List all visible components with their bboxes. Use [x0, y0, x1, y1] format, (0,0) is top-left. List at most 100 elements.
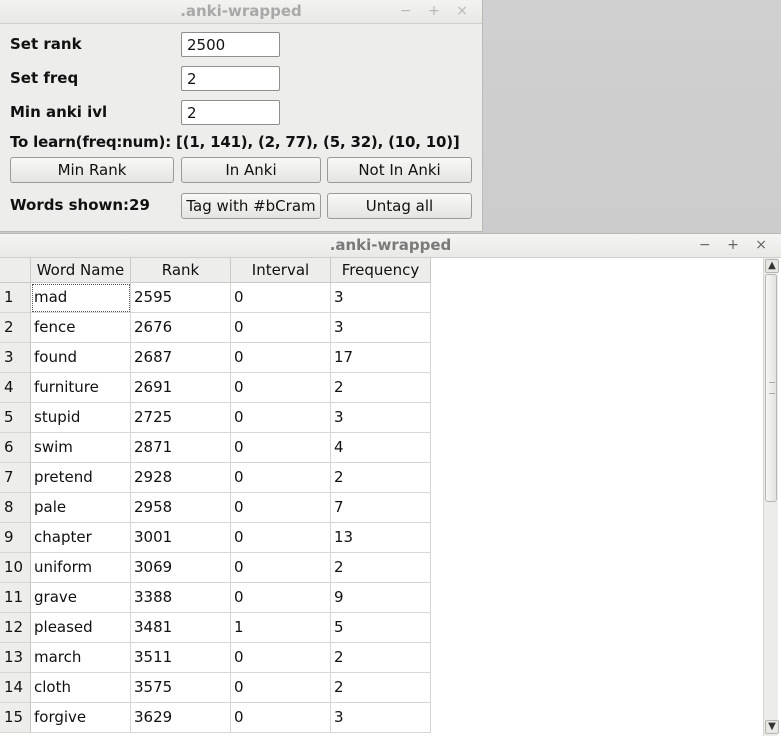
table-window-titlebar[interactable]: .anki-wrapped − + × [0, 234, 781, 258]
controls-window: .anki-wrapped − + × Set rank Set freq Mi… [0, 0, 483, 232]
cell-frequency[interactable]: 3 [331, 313, 431, 343]
cell-rank[interactable]: 3388 [131, 583, 231, 613]
cell-frequency[interactable]: 5 [331, 613, 431, 643]
cell-word-name[interactable]: pale [31, 493, 131, 523]
cell-interval[interactable]: 0 [231, 313, 331, 343]
window-title: .anki-wrapped [180, 2, 302, 20]
cell-interval[interactable]: 1 [231, 613, 331, 643]
cell-rank[interactable]: 3575 [131, 673, 231, 703]
cell-frequency[interactable]: 2 [331, 553, 431, 583]
row-header[interactable]: 11 [0, 583, 31, 613]
row-header[interactable]: 2 [0, 313, 31, 343]
cell-frequency[interactable]: 2 [331, 373, 431, 403]
cell-interval[interactable]: 0 [231, 403, 331, 433]
cell-rank[interactable]: 2871 [131, 433, 231, 463]
window-controls[interactable]: − + × [400, 0, 474, 23]
cell-word-name[interactable]: swim [31, 433, 131, 463]
scroll-down-icon[interactable]: ▼ [765, 720, 779, 734]
table-corner[interactable] [0, 258, 31, 283]
cell-word-name[interactable]: uniform [31, 553, 131, 583]
cell-interval[interactable]: 0 [231, 703, 331, 733]
cell-frequency[interactable]: 2 [331, 673, 431, 703]
cell-frequency[interactable]: 2 [331, 643, 431, 673]
cell-interval[interactable]: 0 [231, 583, 331, 613]
row-header[interactable]: 1 [0, 283, 31, 313]
cell-word-name[interactable]: pleased [31, 613, 131, 643]
column-header-word-name[interactable]: Word Name [31, 258, 131, 283]
row-header[interactable]: 5 [0, 403, 31, 433]
cell-word-name[interactable]: forgive [31, 703, 131, 733]
row-header[interactable]: 12 [0, 613, 31, 643]
min-ivl-input[interactable] [181, 100, 280, 125]
column-header-frequency[interactable]: Frequency [331, 258, 431, 283]
cell-frequency[interactable]: 7 [331, 493, 431, 523]
cell-frequency[interactable]: 2 [331, 463, 431, 493]
cell-rank[interactable]: 2595 [131, 283, 231, 313]
row-header[interactable]: 4 [0, 373, 31, 403]
cell-rank[interactable]: 3511 [131, 643, 231, 673]
cell-word-name[interactable]: chapter [31, 523, 131, 553]
cell-interval[interactable]: 0 [231, 373, 331, 403]
cell-interval[interactable]: 0 [231, 433, 331, 463]
set-freq-input[interactable] [181, 66, 280, 91]
cell-rank[interactable]: 2687 [131, 343, 231, 373]
cell-rank[interactable]: 3001 [131, 523, 231, 553]
cell-word-name[interactable]: stupid [31, 403, 131, 433]
cell-rank[interactable]: 3069 [131, 553, 231, 583]
column-header-interval[interactable]: Interval [231, 258, 331, 283]
scrollbar-thumb[interactable] [765, 274, 777, 502]
row-header[interactable]: 9 [0, 523, 31, 553]
cell-interval[interactable]: 0 [231, 343, 331, 373]
cell-rank[interactable]: 2958 [131, 493, 231, 523]
scroll-up-icon[interactable]: ▲ [765, 259, 779, 273]
cell-rank[interactable]: 2725 [131, 403, 231, 433]
cell-interval[interactable]: 0 [231, 553, 331, 583]
cell-interval[interactable]: 0 [231, 283, 331, 313]
min-rank-button[interactable]: Min Rank [10, 157, 174, 183]
cell-word-name[interactable]: march [31, 643, 131, 673]
row-header[interactable]: 7 [0, 463, 31, 493]
cell-frequency[interactable]: 3 [331, 403, 431, 433]
cell-rank[interactable]: 3481 [131, 613, 231, 643]
cell-word-name[interactable]: furniture [31, 373, 131, 403]
cell-frequency[interactable]: 9 [331, 583, 431, 613]
tag-bcram-button[interactable]: Tag with #bCram [181, 193, 321, 219]
row-header[interactable]: 10 [0, 553, 31, 583]
set-rank-label: Set rank [10, 35, 82, 53]
row-header[interactable]: 8 [0, 493, 31, 523]
cell-frequency[interactable]: 13 [331, 523, 431, 553]
cell-word-name[interactable]: grave [31, 583, 131, 613]
cell-interval[interactable]: 0 [231, 643, 331, 673]
words-shown-count: Words shown:29 [10, 196, 150, 214]
set-rank-input[interactable] [181, 32, 280, 57]
cell-word-name[interactable]: cloth [31, 673, 131, 703]
window-controls[interactable]: − + × [699, 234, 773, 257]
cell-interval[interactable]: 0 [231, 463, 331, 493]
row-header[interactable]: 14 [0, 673, 31, 703]
not-in-anki-button[interactable]: Not In Anki [327, 157, 472, 183]
row-header[interactable]: 6 [0, 433, 31, 463]
row-header[interactable]: 13 [0, 643, 31, 673]
cell-rank[interactable]: 2676 [131, 313, 231, 343]
cell-word-name[interactable]: mad [31, 283, 131, 313]
cell-interval[interactable]: 0 [231, 493, 331, 523]
row-header[interactable]: 15 [0, 703, 31, 733]
cell-word-name[interactable]: found [31, 343, 131, 373]
cell-interval[interactable]: 0 [231, 523, 331, 553]
cell-frequency[interactable]: 17 [331, 343, 431, 373]
row-header[interactable]: 3 [0, 343, 31, 373]
cell-frequency[interactable]: 3 [331, 283, 431, 313]
cell-rank[interactable]: 2691 [131, 373, 231, 403]
in-anki-button[interactable]: In Anki [181, 157, 321, 183]
cell-rank[interactable]: 2928 [131, 463, 231, 493]
cell-word-name[interactable]: fence [31, 313, 131, 343]
untag-all-button[interactable]: Untag all [327, 193, 472, 219]
controls-window-titlebar[interactable]: .anki-wrapped − + × [0, 0, 482, 24]
cell-rank[interactable]: 3629 [131, 703, 231, 733]
cell-frequency[interactable]: 4 [331, 433, 431, 463]
cell-frequency[interactable]: 3 [331, 703, 431, 733]
cell-interval[interactable]: 0 [231, 673, 331, 703]
column-header-rank[interactable]: Rank [131, 258, 231, 283]
vertical-scrollbar[interactable]: ▲ ▼ [763, 258, 779, 736]
cell-word-name[interactable]: pretend [31, 463, 131, 493]
